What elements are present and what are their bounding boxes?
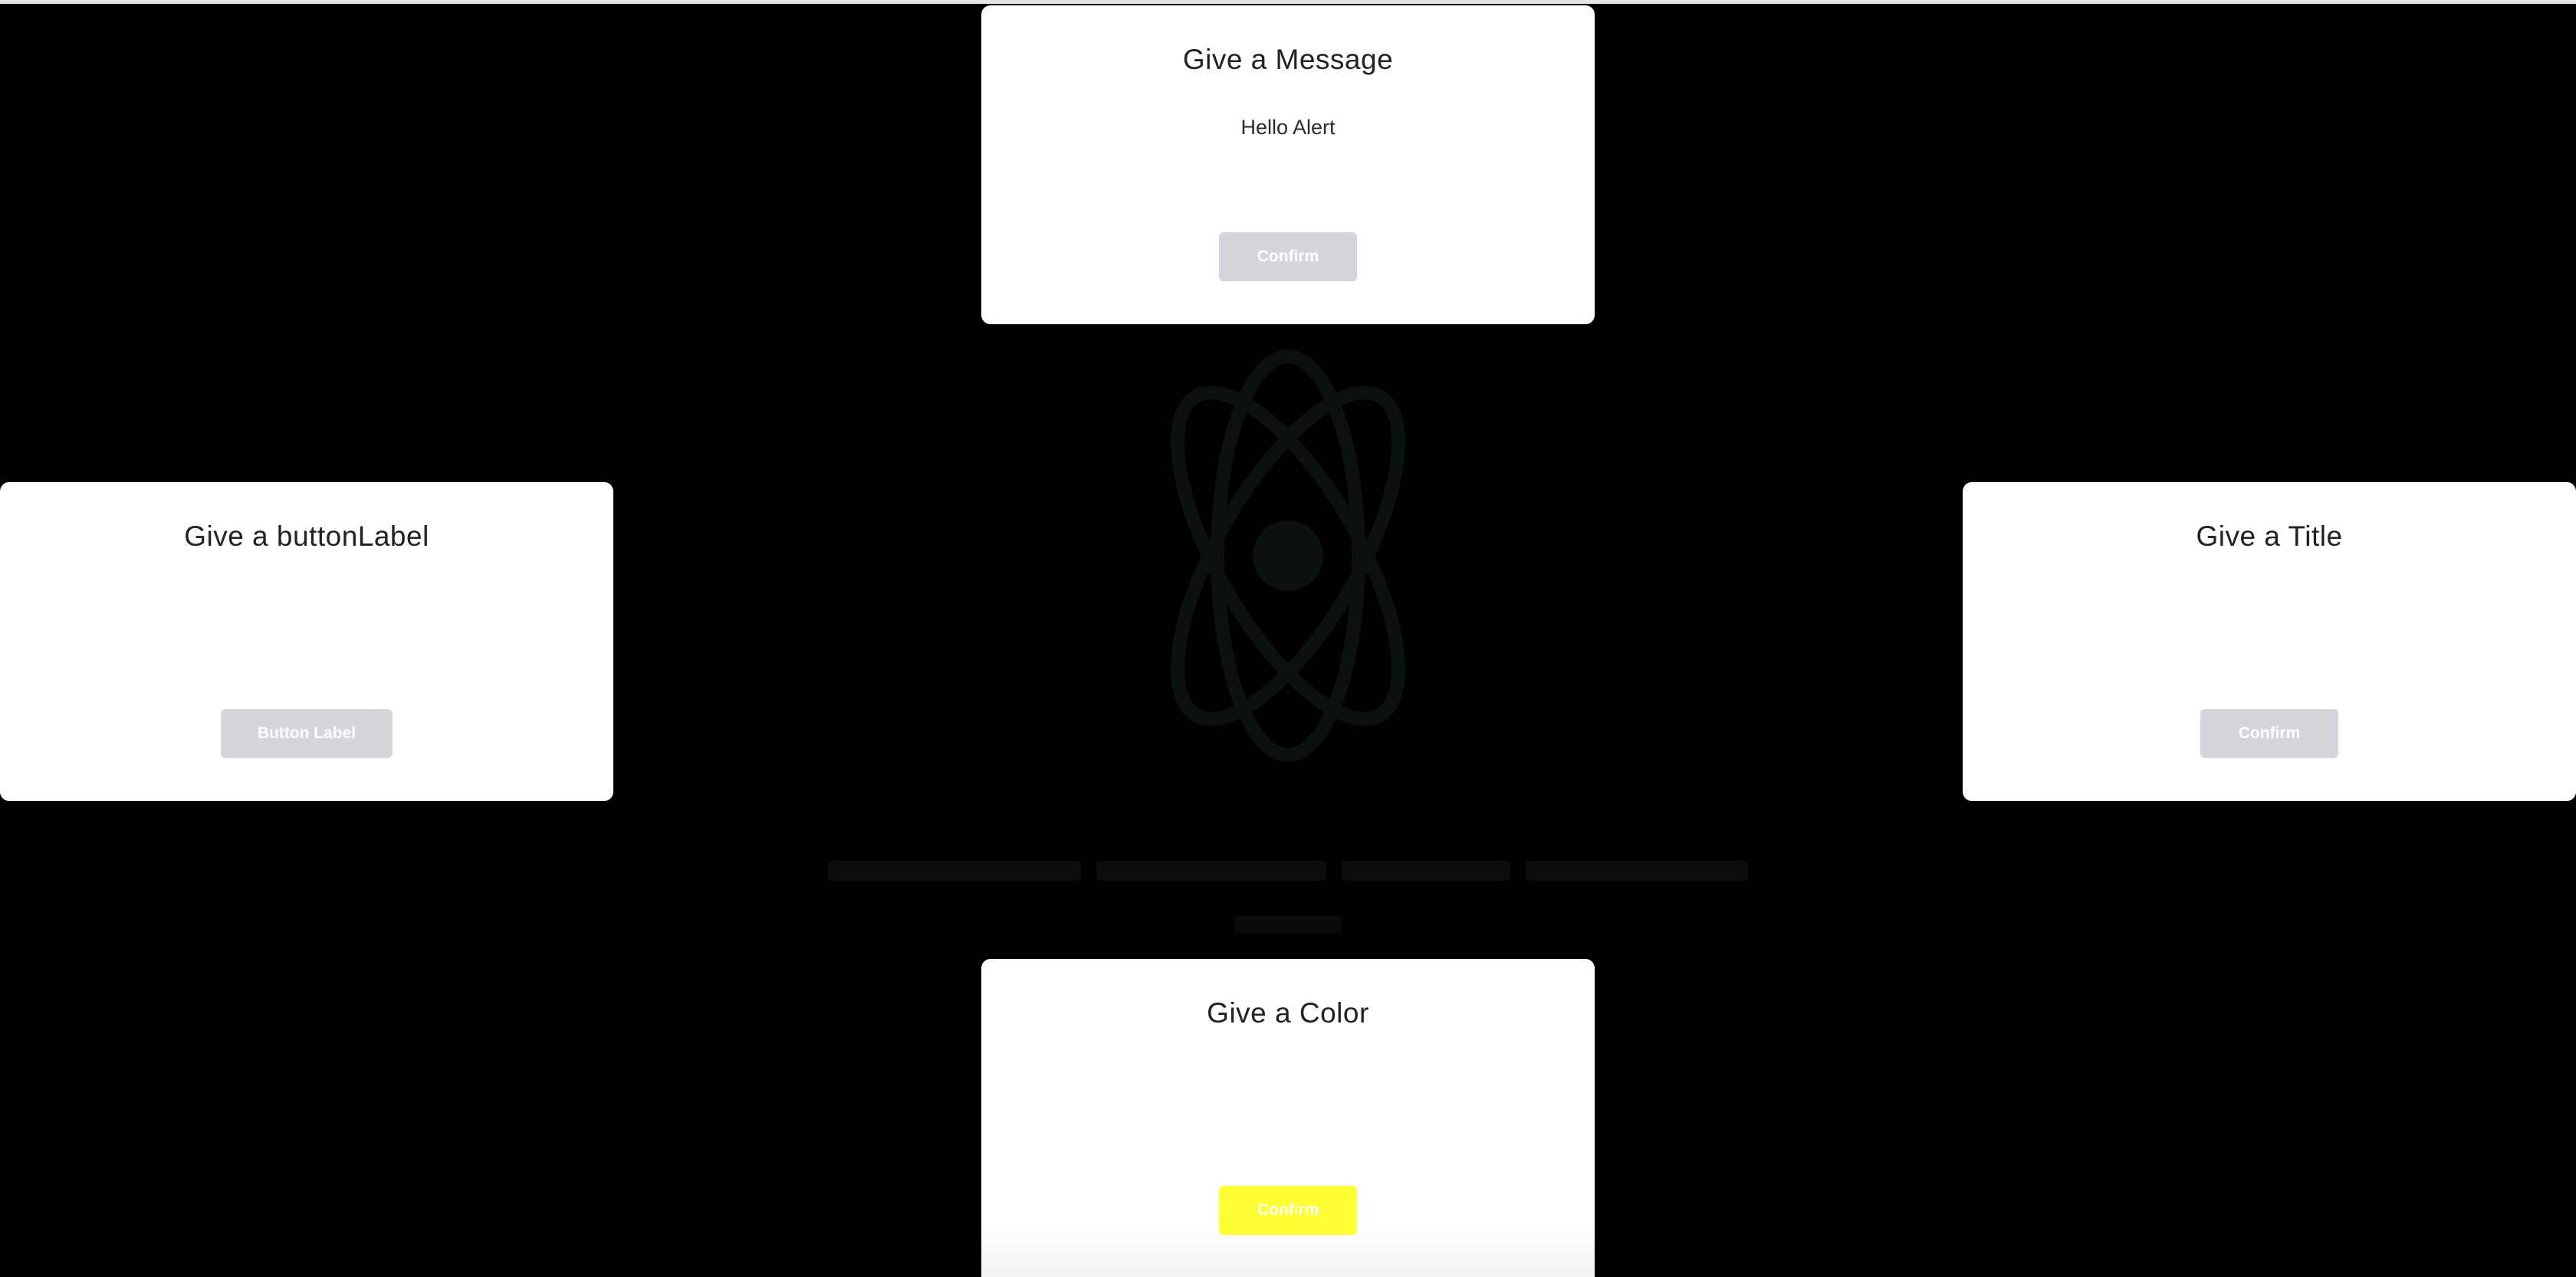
backdrop-faint-text bbox=[797, 847, 1779, 893]
alert-title: Give a buttonLabel bbox=[184, 520, 429, 552]
alert-title: Give a Color bbox=[1207, 997, 1369, 1029]
react-atom-icon bbox=[1170, 350, 1406, 762]
button-label-button[interactable]: Button Label bbox=[221, 709, 393, 758]
alert-color-card: Give a Color Confirm bbox=[981, 959, 1595, 1277]
confirm-button[interactable]: Confirm bbox=[1219, 232, 1357, 281]
alert-title: Give a Title bbox=[2196, 520, 2343, 552]
alert-title-card: Give a Title Confirm bbox=[1963, 482, 2576, 801]
app-stage: Give a Message Hello Alert Confirm Give … bbox=[0, 0, 2576, 1277]
alert-message: Hello Alert bbox=[1240, 116, 1336, 139]
alert-buttonlabel-card: Give a buttonLabel Button Label bbox=[0, 482, 613, 801]
alert-message-card: Give a Message Hello Alert Confirm bbox=[981, 5, 1595, 324]
alert-title: Give a Message bbox=[1182, 44, 1394, 75]
backdrop-faint-link bbox=[1234, 916, 1342, 933]
confirm-button[interactable]: Confirm bbox=[1219, 1186, 1357, 1235]
confirm-button[interactable]: Confirm bbox=[2200, 709, 2338, 758]
